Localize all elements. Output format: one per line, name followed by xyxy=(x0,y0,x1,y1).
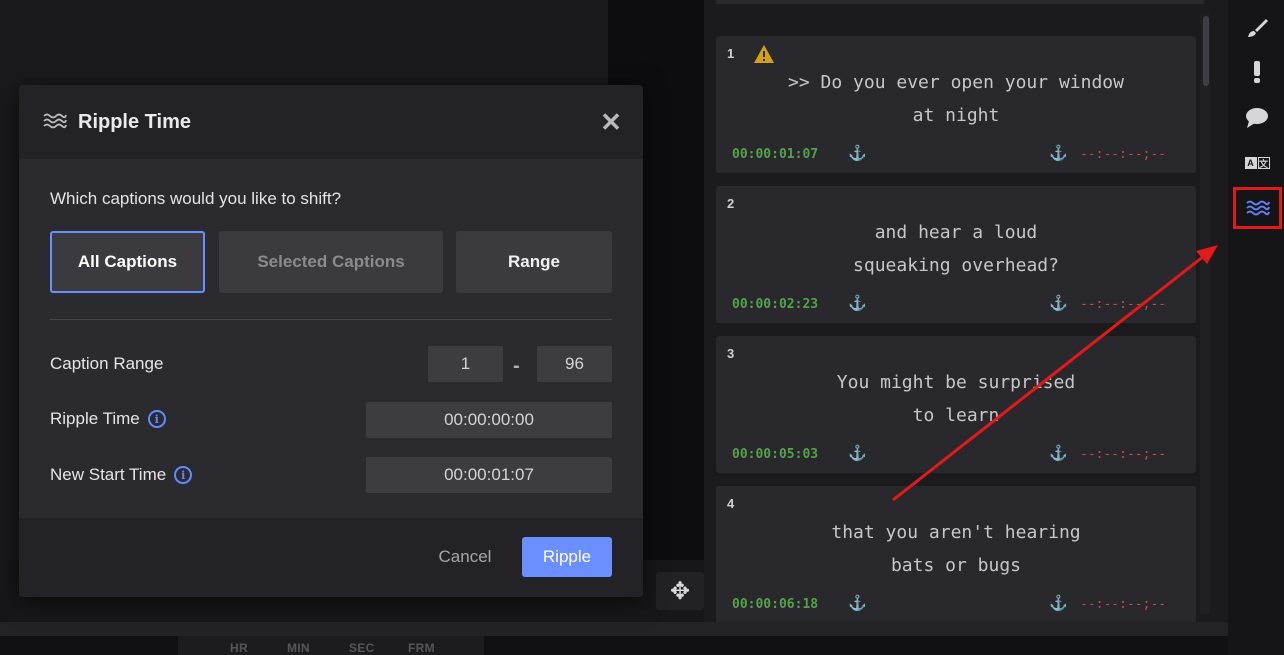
caption-card[interactable]: 4 that you aren't hearing bats or bugs 0… xyxy=(716,486,1196,622)
move-icon[interactable]: ✥ xyxy=(656,572,704,610)
timecode-label-min: MIN xyxy=(287,641,310,655)
range-separator: - xyxy=(513,355,520,377)
caption-number: 3 xyxy=(727,346,735,361)
timecode-label-hr: HR xyxy=(230,641,248,655)
anchor-icon[interactable]: ⚓ xyxy=(1049,144,1068,162)
dialog-header: Ripple Time ✕ xyxy=(19,85,643,159)
warning-icon xyxy=(754,45,774,63)
right-toolbar xyxy=(1228,0,1284,655)
timecode-label-frm: FRM xyxy=(408,641,435,655)
caption-start-time[interactable]: 00:00:01:07 xyxy=(732,147,818,162)
caption-start-time[interactable]: 00:00:02:23 xyxy=(732,297,818,312)
caption-text[interactable]: >> Do you ever open your window at night xyxy=(746,66,1166,132)
new-start-time-label-text: New Start Time xyxy=(50,465,167,484)
caption-card[interactable]: 3 You might be surprised to learn 00:00:… xyxy=(716,336,1196,473)
ripple-button[interactable]: Ripple xyxy=(522,537,612,577)
range-from-input[interactable]: 1 xyxy=(428,346,503,382)
caption-card[interactable]: 1 >> Do you ever open your window at nig… xyxy=(716,36,1196,173)
caption-end-time[interactable]: --:--:--;-- xyxy=(1080,597,1166,612)
ripple-icon[interactable] xyxy=(1233,187,1282,229)
anchor-icon[interactable]: ⚓ xyxy=(1049,444,1068,462)
range-button[interactable]: Range xyxy=(456,231,612,293)
anchor-icon[interactable]: ⚓ xyxy=(1049,594,1068,612)
ripple-time-label: Ripple Time i xyxy=(50,409,166,429)
timecode-label-sec: SEC xyxy=(349,641,375,655)
caption-list: 1 >> Do you ever open your window at nig… xyxy=(704,0,1228,622)
dialog-title: Ripple Time xyxy=(78,111,191,133)
selected-captions-button[interactable]: Selected Captions xyxy=(219,231,443,293)
caption-number: 4 xyxy=(727,496,735,511)
caption-text[interactable]: You might be surprised to learn xyxy=(746,366,1166,432)
caption-range-label-text: Caption Range xyxy=(50,354,164,373)
ripple-time-input[interactable]: 00:00:00:00 xyxy=(366,402,612,438)
anchor-icon[interactable]: ⚓ xyxy=(848,144,867,162)
all-captions-button[interactable]: All Captions xyxy=(50,231,205,293)
caption-start-time[interactable]: 00:00:06:18 xyxy=(732,597,818,612)
anchor-icon[interactable]: ⚓ xyxy=(848,294,867,312)
caption-end-time[interactable]: --:--:--;-- xyxy=(1080,147,1166,162)
caption-scrollbar[interactable] xyxy=(1200,14,1210,614)
anchor-icon[interactable]: ⚓ xyxy=(848,444,867,462)
caption-list-top xyxy=(716,0,1204,4)
info-icon[interactable]: i xyxy=(147,410,166,428)
ripple-time-label-text: Ripple Time xyxy=(50,409,140,428)
anchor-icon[interactable]: ⚓ xyxy=(848,594,867,612)
info-icon[interactable]: i xyxy=(174,466,193,484)
caption-number: 2 xyxy=(727,196,735,211)
timecode-box xyxy=(178,636,484,655)
ripple-time-dialog: Ripple Time ✕ Which captions would you l… xyxy=(19,85,643,597)
timeline-bar[interactable] xyxy=(0,622,1228,636)
new-start-time-input[interactable]: 00:00:01:07 xyxy=(366,457,612,493)
caption-scrollbar-thumb[interactable] xyxy=(1203,16,1209,86)
new-start-time-label: New Start Time i xyxy=(50,465,193,485)
caption-card[interactable]: 2 and hear a loud squeaking overhead? 00… xyxy=(716,186,1196,323)
caption-text[interactable]: that you aren't hearing bats or bugs xyxy=(746,516,1166,582)
caption-range-label: Caption Range xyxy=(50,354,163,374)
caption-end-time[interactable]: --:--:--;-- xyxy=(1080,447,1166,462)
brush-icon[interactable] xyxy=(1234,10,1280,46)
cancel-button[interactable]: Cancel xyxy=(425,537,505,577)
caption-end-time[interactable]: --:--:--;-- xyxy=(1080,297,1166,312)
alert-icon[interactable] xyxy=(1234,54,1280,90)
caption-text[interactable]: and hear a loud squeaking overhead? xyxy=(746,216,1166,282)
comment-icon[interactable] xyxy=(1234,100,1280,136)
translate-icon[interactable]: A 文 xyxy=(1234,145,1280,181)
close-icon[interactable]: ✕ xyxy=(599,109,623,135)
anchor-icon[interactable]: ⚓ xyxy=(1049,294,1068,312)
caption-start-time[interactable]: 00:00:05:03 xyxy=(732,447,818,462)
range-to-input[interactable]: 96 xyxy=(537,346,612,382)
caption-number: 1 xyxy=(727,46,735,61)
divider xyxy=(50,319,612,320)
ripple-icon xyxy=(43,113,67,129)
shift-question: Which captions would you like to shift? xyxy=(50,189,342,208)
